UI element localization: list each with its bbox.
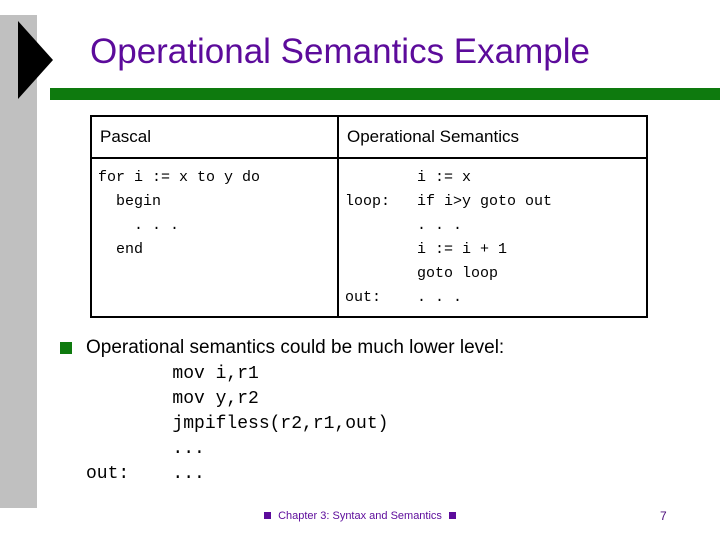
title-underline-rule xyxy=(50,88,720,100)
table-cell-header-pascal: Pascal xyxy=(90,115,339,159)
page-title: Operational Semantics Example xyxy=(90,32,590,71)
table-header-row: Pascal Operational Semantics xyxy=(90,115,648,159)
footer-right-square-icon xyxy=(448,511,456,519)
table-cell-header-opsem: Operational Semantics xyxy=(337,115,648,159)
table-row: for i := x to y do begin . . . end i := … xyxy=(90,157,648,318)
column-header-operational-semantics: Operational Semantics xyxy=(347,127,519,146)
bullet-item-label: Operational semantics could be much lowe… xyxy=(86,337,505,358)
footer-label: Chapter 3: Syntax and Semantics xyxy=(278,510,442,523)
pascal-code-block: for i := x to y do begin . . . end xyxy=(98,169,261,258)
slide-footer: Chapter 3: Syntax and Semantics xyxy=(0,510,720,522)
bullet-list-item: Operational semantics could be much lowe… xyxy=(60,337,680,359)
triangle-icon xyxy=(18,21,53,99)
footer-left-square-icon xyxy=(264,511,272,519)
assembly-code-block: mov i,r1 mov y,r2 jmpifless(r2,r1,out) .… xyxy=(86,364,389,484)
page-number: 7 xyxy=(660,509,667,523)
column-header-pascal: Pascal xyxy=(100,127,152,146)
slide-canvas: Operational Semantics Example Pascal Ope… xyxy=(0,0,720,540)
square-bullet-icon xyxy=(60,342,72,354)
table-cell-opsem-code: i := x loop: if i>y goto out . . . i := … xyxy=(337,157,648,318)
table-cell-pascal-code: for i := x to y do begin . . . end xyxy=(90,157,339,318)
operational-semantics-code-block: i := x loop: if i>y goto out . . . i := … xyxy=(345,169,553,306)
comparison-table: Pascal Operational Semantics for i := x … xyxy=(90,115,648,318)
